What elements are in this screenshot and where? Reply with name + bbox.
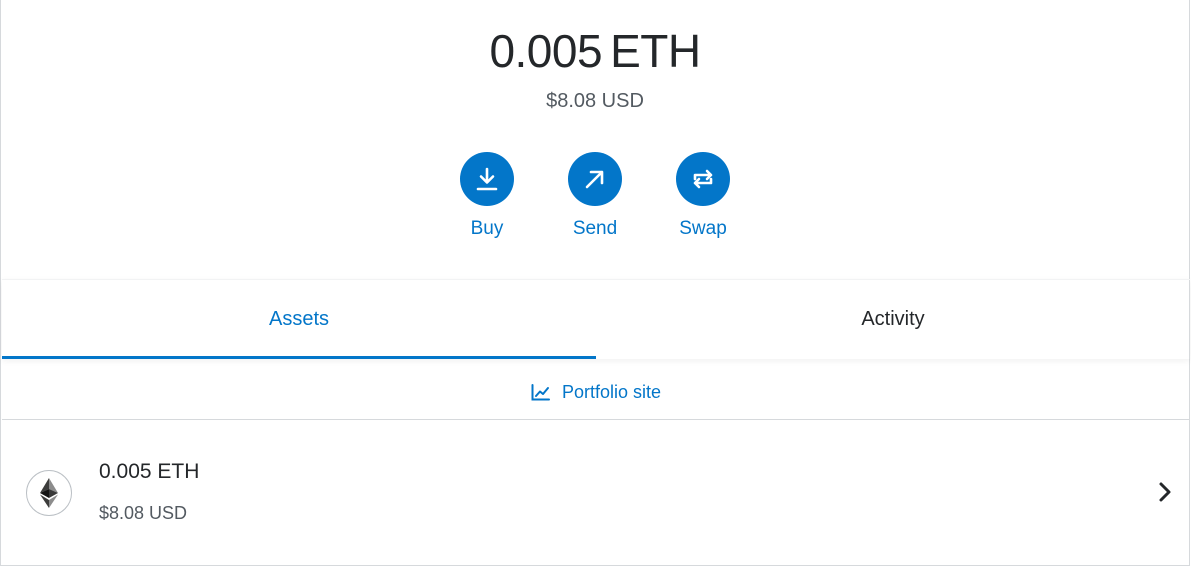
wallet-panel: 0.005 ETH $8.08 USD Buy Send Swap Assets… [0,0,1190,566]
portfolio-site-label: Portfolio site [561,382,662,402]
swap-button[interactable]: Swap [676,152,730,240]
arrow-up-right-icon [568,152,622,206]
fiat-balance: $8.08 USD [546,90,644,112]
asset-amount: 0.005 ETH [99,460,200,483]
download-arrow-icon [460,152,514,206]
tab-activity[interactable]: Activity [596,280,1190,359]
swap-label: Swap [679,218,727,239]
primary-balance: 0.005 ETH [1,24,1189,78]
chart-icon [531,384,550,401]
buy-button[interactable]: Buy [460,152,514,240]
balance-currency: ETH [610,25,701,77]
buy-label: Buy [470,218,504,239]
send-label: Send [572,218,618,239]
ethereum-logo-icon [26,470,72,516]
tab-bar: Assets Activity [2,279,1190,359]
chevron-right-icon [1158,481,1172,508]
swap-arrows-icon [676,152,730,206]
portfolio-site-link[interactable]: Portfolio site [2,366,1190,420]
send-button[interactable]: Send [568,152,622,240]
asset-row-eth[interactable]: 0.005 ETH $8.08 USD [2,420,1190,565]
asset-fiat-value: $8.08 USD [99,503,188,523]
action-buttons: Buy Send Swap [1,152,1189,240]
balance-amount: 0.005 [489,25,603,77]
tab-assets[interactable]: Assets [2,280,596,359]
